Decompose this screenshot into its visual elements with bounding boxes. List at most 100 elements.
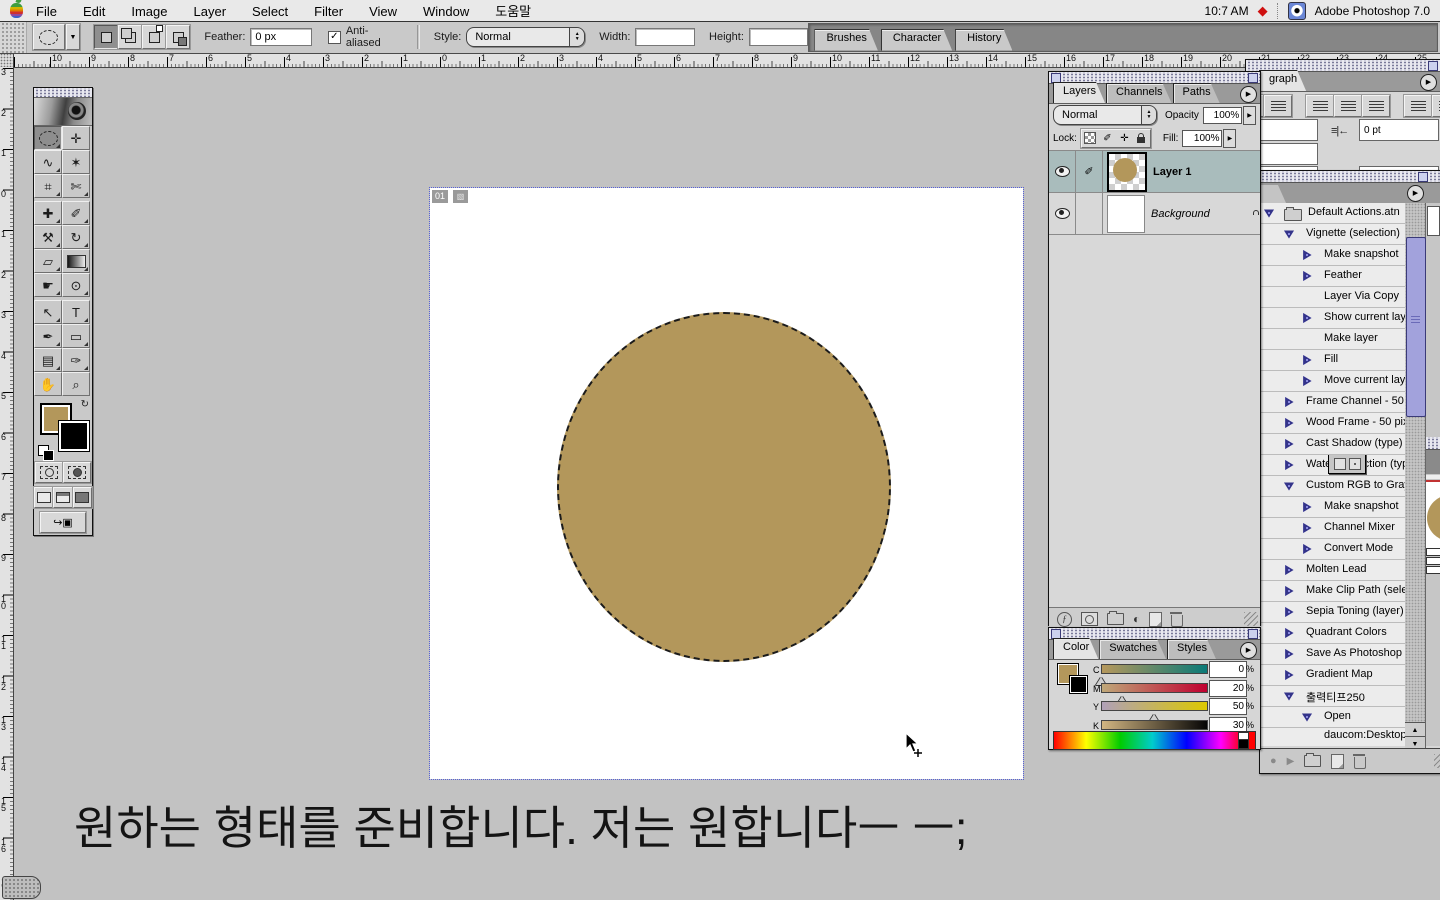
tool-preset-dropdown[interactable]: ▼ — [66, 24, 81, 50]
collapse-arrow-icon[interactable] — [1264, 208, 1274, 218]
menu-item-file[interactable]: File — [23, 4, 70, 19]
default-colors-icon[interactable] — [38, 445, 49, 456]
floating-mini-palette[interactable] — [1328, 455, 1366, 474]
zoom-tool[interactable]: ⌕ — [62, 372, 90, 396]
action-row[interactable]: Channel Mixer — [1260, 518, 1405, 539]
collapse-arrow-icon[interactable] — [1284, 691, 1294, 701]
collapse-box-icon[interactable] — [1428, 61, 1438, 71]
action-row[interactable]: Gradient Map — [1260, 665, 1405, 686]
action-row[interactable]: Cast Shadow (type) — [1260, 434, 1405, 455]
layer-name[interactable]: Background — [1151, 208, 1210, 220]
link-indicator[interactable] — [1076, 193, 1103, 234]
scrollbar-thumb[interactable] — [1406, 237, 1426, 417]
toolbox-title-bar[interactable] — [34, 88, 92, 98]
action-row[interactable]: Sepia Toning (layer) — [1260, 602, 1405, 623]
swap-colors-icon[interactable]: ↻ — [81, 399, 89, 410]
path-selection-tool[interactable]: ↖ — [34, 300, 62, 324]
height-input[interactable] — [749, 28, 809, 46]
palette-menu-button[interactable]: ▶ — [1420, 74, 1437, 91]
visibility-toggle[interactable] — [1049, 193, 1076, 234]
circle-selection[interactable] — [557, 312, 891, 662]
menu-item-layer[interactable]: Layer — [181, 4, 240, 19]
action-row[interactable]: Layer Via Copy — [1260, 287, 1405, 308]
add-to-selection-button[interactable] — [118, 25, 142, 49]
delete-action-button[interactable] — [1354, 757, 1366, 769]
new-set-button[interactable] — [1304, 755, 1321, 767]
tab-color[interactable]: Color — [1053, 638, 1098, 659]
action-row[interactable]: Move current layer — [1260, 371, 1405, 392]
tab-styles[interactable]: Styles — [1167, 639, 1216, 659]
expand-arrow-icon[interactable] — [1284, 418, 1294, 428]
align-center-button[interactable] — [1264, 95, 1292, 117]
standard-screen-button[interactable] — [34, 487, 53, 508]
window-grip-widget[interactable] — [2, 876, 41, 899]
expand-arrow-icon[interactable] — [1284, 586, 1294, 596]
imageready-button[interactable]: ↪▣ — [40, 512, 86, 533]
menu-item-help[interactable]: 도움말 — [482, 4, 544, 19]
width-input[interactable] — [635, 28, 695, 46]
lock-all-button[interactable] — [1133, 130, 1150, 147]
action-row[interactable]: Make layer — [1260, 329, 1405, 350]
tab-swatches[interactable]: Swatches — [1099, 639, 1166, 659]
tab-channels[interactable]: Channels — [1106, 83, 1171, 103]
current-tool-button[interactable] — [33, 24, 65, 50]
new-action-button[interactable] — [1331, 754, 1344, 769]
expand-arrow-icon[interactable] — [1284, 670, 1294, 680]
palette-menu-button[interactable]: ▶ — [1240, 86, 1257, 103]
color-spectrum-bar[interactable] — [1053, 731, 1256, 750]
menu-item-image[interactable]: Image — [118, 4, 180, 19]
opacity-input[interactable]: 100% — [1203, 107, 1242, 124]
collapse-box-icon[interactable] — [1248, 629, 1258, 639]
collapse-box-icon[interactable] — [1051, 73, 1061, 83]
slider-value-input[interactable]: 20 — [1209, 680, 1247, 697]
horizontal-ruler[interactable]: 1098765432101234567891011121314151617181… — [0, 53, 1440, 68]
crop-tool[interactable]: ⌗ — [34, 174, 62, 198]
action-row[interactable]: Vignette (selection) — [1260, 224, 1405, 245]
quick-mask-button[interactable] — [63, 462, 91, 483]
action-row[interactable]: Default Actions.atn — [1260, 203, 1405, 224]
action-row[interactable]: daucom:Desktop Fold... — [1260, 728, 1405, 745]
photoshop-logo-artwork[interactable] — [34, 98, 92, 126]
scroll-up-button[interactable]: ▲ — [1405, 722, 1425, 737]
resize-grip[interactable] — [1434, 754, 1440, 768]
action-row[interactable]: Molten Lead — [1260, 560, 1405, 581]
justify-last-left-button[interactable] — [1334, 95, 1362, 117]
healing-brush-tool[interactable]: ✚ — [34, 201, 62, 225]
expand-arrow-icon[interactable] — [1302, 523, 1312, 533]
lasso-tool[interactable]: ∿ — [34, 150, 62, 174]
well-tab-brushes[interactable]: Brushes — [814, 29, 877, 51]
action-row[interactable]: Make Clip Path (selectio... — [1260, 581, 1405, 602]
expand-arrow-icon[interactable] — [1284, 397, 1294, 407]
palette-menu-button[interactable]: ▶ — [1240, 642, 1257, 659]
slider-bar[interactable] — [1101, 664, 1208, 674]
slider-value-input[interactable]: 0 — [1209, 661, 1247, 678]
magic-wand-tool[interactable]: ✶ — [62, 150, 90, 174]
application-menu[interactable]: Adobe Photoshop 7.0 — [1315, 4, 1430, 18]
align-right-button[interactable] — [1306, 95, 1334, 117]
collapse-arrow-icon[interactable] — [1284, 481, 1294, 491]
layer-thumbnail[interactable] — [1107, 195, 1145, 233]
justify-all-button[interactable] — [1432, 95, 1440, 117]
expand-arrow-icon[interactable] — [1302, 313, 1312, 323]
fullscreen-button[interactable] — [73, 487, 92, 508]
well-tab-character[interactable]: Character — [881, 29, 952, 51]
delete-layer-button[interactable] — [1171, 615, 1183, 627]
layer-name[interactable]: Layer 1 — [1153, 166, 1192, 178]
justify-last-right-button[interactable] — [1404, 95, 1432, 117]
blend-mode-dropdown[interactable]: Normal ▲▼ — [1053, 105, 1157, 125]
tab-paths[interactable]: Paths — [1173, 83, 1220, 103]
notes-tool[interactable]: ▤ — [34, 348, 62, 372]
fullscreen-menubar-button[interactable] — [53, 487, 72, 508]
stop-button[interactable]: ● — [1270, 755, 1277, 767]
move-tool[interactable]: ✛ — [62, 126, 90, 150]
subtract-from-selection-button[interactable] — [142, 25, 166, 49]
opacity-stepper[interactable]: ▶ — [1243, 106, 1256, 125]
expand-arrow-icon[interactable] — [1302, 376, 1312, 386]
smudge-tool[interactable]: ☛ — [34, 273, 62, 297]
first-line-indent-field[interactable]: 0 pt — [1359, 119, 1439, 141]
expand-arrow-icon[interactable] — [1284, 565, 1294, 575]
style-dropdown-stepper[interactable]: ▲▼ — [569, 28, 584, 46]
brush-tool[interactable]: ✐ — [62, 201, 90, 225]
action-row[interactable]: Make snapshot — [1260, 497, 1405, 518]
actions-scrollbar[interactable]: ▲ ▼ — [1405, 203, 1426, 751]
